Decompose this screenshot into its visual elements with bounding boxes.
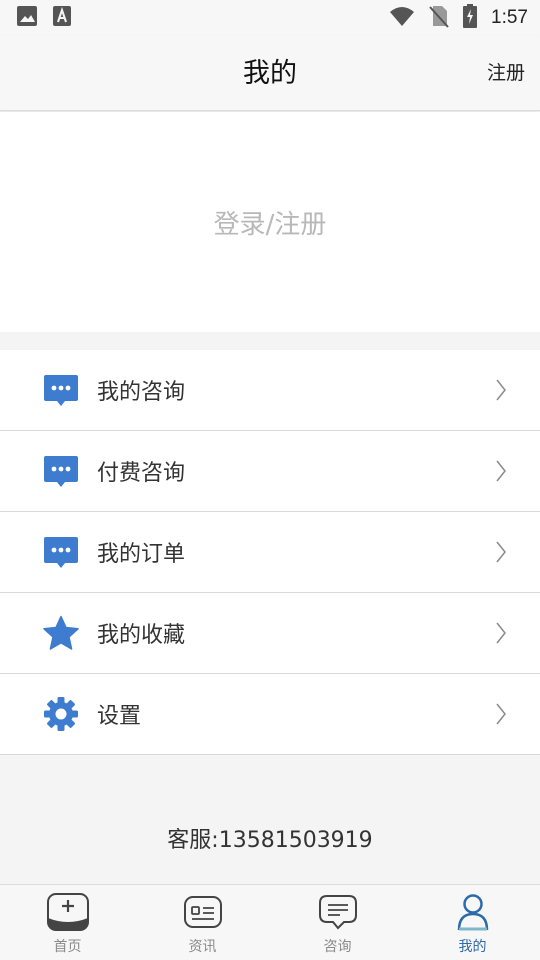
menu-item-label: 我的收藏 (97, 623, 186, 648)
message-icon (316, 891, 360, 933)
nav-item-home[interactable]: 首页 (0, 885, 135, 960)
chevron-right-icon (496, 674, 506, 754)
status-bar-right: 1:57 (389, 4, 528, 32)
wifi-icon (389, 5, 415, 31)
nav-item-news[interactable]: 资讯 (135, 885, 270, 960)
app-header: 我的 注册 (0, 36, 540, 111)
chevron-right-icon (496, 350, 506, 430)
gear-icon (43, 696, 79, 732)
menu-item-my-favorites[interactable]: 我的收藏 (0, 593, 540, 674)
login-panel: 登录/注册 (0, 112, 540, 332)
chevron-right-icon (496, 431, 506, 511)
battery-charging-icon (463, 4, 478, 32)
customer-service-phone: 客服:13581503919 (167, 828, 373, 853)
menu-item-label: 我的咨询 (97, 380, 186, 405)
chevron-right-icon (496, 512, 506, 592)
status-bar: 1:57 (0, 0, 540, 36)
chat-bubble-icon (43, 534, 79, 570)
star-icon (43, 615, 79, 651)
nav-item-me[interactable]: 我的 (405, 885, 540, 960)
status-time: 1:57 (491, 7, 528, 28)
image-icon (16, 5, 38, 31)
menu-item-my-orders[interactable]: 我的订单 (0, 512, 540, 593)
nav-label: 咨询 (323, 939, 352, 955)
nav-label: 我的 (458, 939, 487, 955)
login-register-link[interactable]: 登录/注册 (214, 204, 327, 241)
menu-item-settings[interactable]: 设置 (0, 674, 540, 755)
status-bar-left (16, 5, 72, 31)
nav-label: 资讯 (188, 939, 217, 955)
menu-item-label: 设置 (97, 704, 142, 729)
profile-menu: 我的咨询 付费咨询 我的订单 我的收藏 设置 (0, 350, 540, 755)
page-title: 我的 (243, 58, 297, 89)
nav-item-consult[interactable]: 咨询 (270, 885, 405, 960)
home-plus-icon (46, 891, 90, 933)
news-icon (181, 891, 225, 933)
menu-item-my-consultations[interactable]: 我的咨询 (0, 350, 540, 431)
menu-item-label: 付费咨询 (97, 461, 186, 486)
a-icon (52, 5, 72, 31)
register-button[interactable]: 注册 (487, 36, 525, 111)
chat-bubble-icon (43, 372, 79, 408)
no-sim-icon (429, 4, 449, 32)
chat-bubble-icon (43, 453, 79, 489)
nav-label: 首页 (53, 939, 82, 955)
menu-item-paid-consultation[interactable]: 付费咨询 (0, 431, 540, 512)
bottom-nav: 首页 资讯 咨询 我的 (0, 884, 540, 960)
chevron-right-icon (496, 593, 506, 673)
menu-item-label: 我的订单 (97, 542, 186, 567)
user-icon (451, 891, 495, 933)
